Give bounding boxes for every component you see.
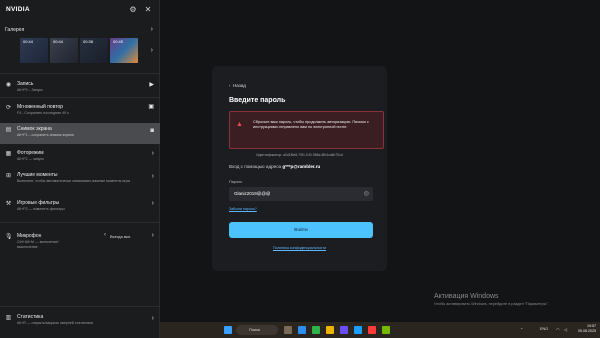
windows-start-icon[interactable] (224, 326, 232, 334)
filters-icon: ⚒ (5, 201, 12, 207)
chevron-right-icon[interactable]: › (152, 200, 154, 207)
chevron-right-icon[interactable]: › (152, 173, 154, 180)
network-icon[interactable]: ◠ (556, 327, 559, 332)
password-label: Пароль (229, 180, 243, 184)
reset-alert: ▲ Сбросьте ваш пароль, чтобы продолжить … (229, 111, 384, 149)
windows-activation-watermark: Активация Windows Чтобы активировать Win… (434, 293, 549, 306)
edge-icon[interactable] (298, 326, 306, 334)
password-field[interactable]: Glaniz2019@@@ ◎ (229, 187, 373, 201)
chrome-icon[interactable] (312, 326, 320, 334)
chevron-right-icon[interactable]: › (152, 315, 154, 322)
warning-icon: ▲ (236, 121, 243, 128)
chevron-right-icon[interactable]: › (152, 150, 154, 157)
login-button[interactable]: Войти (229, 222, 373, 238)
settings-gear-icon[interactable]: ⚙ (128, 4, 138, 14)
explorer-icon[interactable] (326, 326, 334, 334)
record-icon: ◉ (5, 82, 12, 88)
gallery-thumb[interactable]: 00:44 (50, 38, 78, 63)
screenshot-icon: ▤ (5, 127, 12, 133)
statistics-row[interactable]: ▥ Статистика Alt+R — открыть/закрыть ове… (0, 312, 160, 330)
identifier-text: Идентификатор: a0d1f6e8-79f1-f1f0-986a-8… (256, 153, 343, 157)
record-row[interactable]: ◉ Запись Alt+F9 – Запуск ▶ (0, 79, 160, 97)
highlights-row[interactable]: ⊞ Лучшие моменты Включите, чтобы автомат… (0, 170, 160, 194)
activation-title: Активация Windows (434, 293, 499, 300)
replay-icon: ⟳ (5, 105, 12, 111)
steam-icon[interactable] (354, 326, 362, 334)
divider (0, 73, 160, 74)
forgot-password-link[interactable]: Забыли пароль? (229, 207, 257, 211)
gallery-thumb[interactable]: 00:44 (20, 38, 48, 63)
taskbar-search[interactable]: Поиск (236, 325, 278, 335)
nvidia-app-icon[interactable] (382, 326, 390, 334)
instant-replay-row[interactable]: ⟳ Мгновенный повтор F4 - Сохранить после… (0, 102, 160, 121)
chevron-right-icon[interactable]: › (151, 47, 153, 54)
microphone-row[interactable]: 🎙 Микрофон Ctrl+Alt+M — включение/выключ… (0, 230, 160, 256)
nvidia-overlay-panel: NVIDIA ⚙ ✕ Галерея › 00:44 00:44 00:38 0… (0, 0, 160, 338)
divider (0, 97, 160, 98)
password-dialog: ‹ Назад Введите пароль ▲ Сбросьте ваш па… (212, 66, 387, 271)
discord-icon[interactable] (340, 326, 348, 334)
chevron-left-icon: ‹ (229, 83, 231, 88)
login-email: g***p@rambler.ru (282, 164, 321, 169)
panel-header: NVIDIA ⚙ ✕ (0, 0, 159, 18)
divider (0, 306, 160, 307)
photo-mode-row[interactable]: ▦ Фоторежим Alt+F2 — запуск › (0, 148, 160, 166)
save-icon[interactable]: ▣ (148, 104, 154, 111)
photo-mode-icon: ▦ (5, 151, 12, 157)
gallery-thumb[interactable]: 00:45 (110, 38, 138, 63)
brand-name: NVIDIA (6, 5, 30, 13)
taskbar: ⌕ Поиск ⌃ ENG ◠ ◁ 19:57 05.08.2025 (160, 322, 600, 338)
divider (0, 222, 160, 223)
alert-text: Сбросьте ваш пароль, чтобы продолжить ав… (253, 120, 369, 129)
microphone-icon: 🎙 (5, 234, 13, 240)
camera-icon[interactable]: ◙ (150, 128, 154, 135)
hide-password-icon[interactable]: ◎ (364, 190, 369, 197)
screenshot-row[interactable]: ▤ Снимок экрана Alt+F1 – сохранить снимо… (0, 123, 160, 144)
login-email-line: Вход с помощью адреса g***p@rambler.ru (229, 164, 321, 169)
privacy-policy-link[interactable]: Политика конфиденциальности (212, 246, 387, 250)
highlights-icon: ⊞ (5, 173, 12, 179)
gallery-thumb[interactable]: 00:38 (80, 38, 108, 63)
activation-subtitle: Чтобы активировать Windows, перейдите в … (434, 302, 549, 306)
tray-chevron-up-icon[interactable]: ⌃ (520, 327, 523, 332)
chevron-right-icon[interactable]: › (152, 232, 154, 239)
language-indicator[interactable]: ENG (540, 327, 548, 331)
back-button[interactable]: ‹ Назад (229, 83, 246, 88)
dialog-title: Введите пароль (229, 97, 286, 104)
chevron-right-icon[interactable]: › (151, 26, 153, 33)
chevron-left-icon[interactable]: ‹ (104, 232, 106, 238)
statistics-icon: ▥ (5, 315, 12, 321)
game-filters-row[interactable]: ⚒ Игровые фильтры Alt+F3 — изменить филь… (0, 198, 160, 216)
task-view-icon[interactable] (284, 326, 292, 334)
taskbar-clock[interactable]: 19:57 05.08.2025 (578, 324, 596, 334)
gallery-title: Галерея (5, 27, 25, 33)
volume-icon[interactable]: ◁ (564, 327, 567, 332)
close-icon[interactable]: ✕ (143, 4, 153, 14)
play-icon[interactable]: ▶ (149, 82, 154, 89)
password-value: Glaniz2019@@@ (234, 191, 271, 196)
clock-date: 05.08.2025 (578, 329, 596, 333)
microphone-mode-value: Всегда вкл. (110, 234, 132, 239)
app-icon[interactable] (368, 326, 376, 334)
